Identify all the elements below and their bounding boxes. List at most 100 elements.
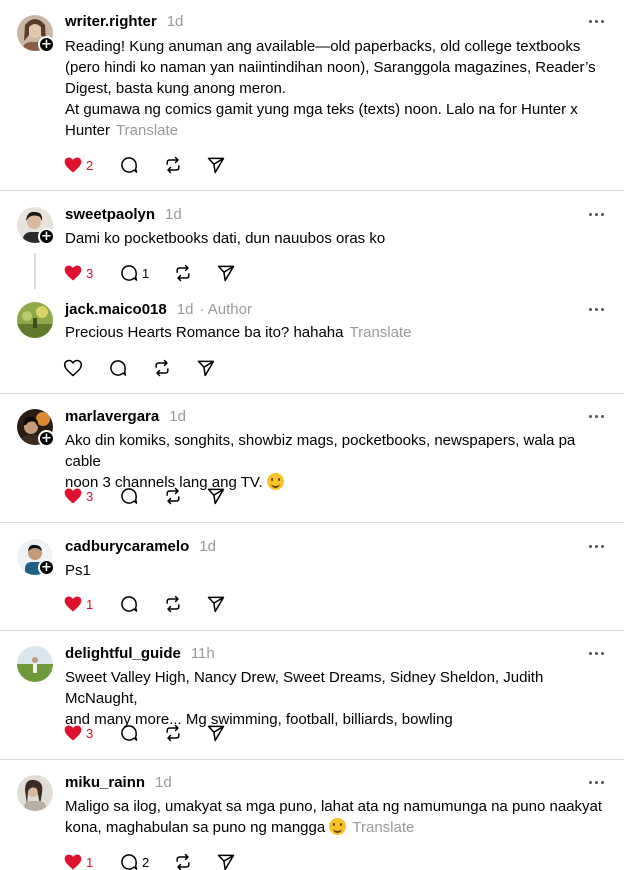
share-button[interactable] — [206, 484, 226, 508]
comment-count: 2 — [142, 854, 150, 870]
repost-button[interactable] — [163, 153, 183, 177]
avatar[interactable] — [17, 646, 53, 682]
repost-icon — [176, 853, 190, 870]
comment-button[interactable] — [119, 592, 139, 616]
username[interactable]: jack.maico018 — [65, 301, 167, 318]
send-icon — [207, 725, 225, 742]
timestamp[interactable]: 1d — [177, 301, 194, 318]
comment-button[interactable] — [119, 721, 139, 745]
like-count: 1 — [86, 854, 94, 870]
send-icon — [217, 854, 235, 870]
follow-plus-icon[interactable]: + — [38, 228, 55, 245]
more-dots-icon[interactable] — [586, 776, 608, 788]
follow-plus-icon[interactable]: + — [38, 559, 55, 576]
timestamp[interactable]: 1d — [199, 538, 216, 555]
post-header: writer.righter 1d — [65, 13, 183, 31]
follow-plus-icon[interactable]: + — [38, 36, 55, 53]
more-dots-icon[interactable] — [586, 410, 608, 422]
username[interactable]: delightful_guide — [65, 645, 181, 662]
comment-count: 1 — [142, 265, 150, 281]
repost-button[interactable] — [173, 850, 193, 870]
username[interactable]: writer.righter — [65, 13, 157, 30]
comment-button[interactable]: 2 — [119, 850, 149, 870]
send-icon — [217, 265, 235, 282]
share-button[interactable] — [206, 592, 226, 616]
divider — [0, 190, 624, 191]
comment-bubble-icon — [121, 725, 138, 741]
username[interactable]: marlavergara — [65, 408, 159, 425]
repost-button[interactable] — [163, 484, 183, 508]
comment-button[interactable]: 1 — [119, 261, 149, 285]
share-button[interactable] — [206, 721, 226, 745]
like-button[interactable]: 2 — [63, 153, 93, 177]
translate-link[interactable]: Translate — [350, 324, 412, 341]
hugging-face-emoji-icon — [266, 473, 284, 490]
more-dots-icon[interactable] — [586, 303, 608, 315]
post-text: Ps1 — [65, 562, 91, 579]
post-header: sweetpaolyn 1d — [65, 206, 182, 224]
post-header: cadburycaramelo 1d — [65, 538, 216, 556]
post-header: delightful_guide 11h — [65, 645, 215, 663]
avatar[interactable] — [17, 775, 53, 811]
share-button[interactable] — [196, 356, 216, 380]
post-header: jack.maico018 1d · Author — [65, 301, 252, 319]
like-count: 2 — [86, 157, 94, 173]
author-tag: · Author — [199, 301, 252, 318]
more-dots-icon[interactable] — [586, 540, 608, 552]
heart-icon — [64, 488, 82, 504]
post-text: Ako din komiks, songhits, showbiz mags, … — [65, 432, 576, 491]
post-text: Sweet Valley High, Nancy Drew, Sweet Dre… — [65, 669, 544, 728]
like-count: 3 — [86, 265, 94, 281]
heart-icon — [64, 596, 82, 612]
more-dots-icon[interactable] — [586, 15, 608, 27]
username[interactable]: cadburycaramelo — [65, 538, 189, 555]
like-button[interactable]: 3 — [63, 484, 93, 508]
translate-link[interactable]: Translate — [352, 819, 414, 836]
timestamp[interactable]: 1d — [155, 774, 172, 791]
like-button[interactable]: 3 — [63, 261, 93, 285]
username[interactable]: sweetpaolyn — [65, 206, 155, 223]
avatar[interactable] — [17, 302, 53, 338]
timestamp[interactable]: 1d — [169, 408, 186, 425]
heart-icon — [64, 725, 82, 741]
comment-bubble-icon — [121, 854, 138, 870]
more-dots-icon[interactable] — [586, 647, 608, 659]
divider — [0, 630, 624, 631]
follow-plus-icon[interactable]: + — [38, 430, 55, 447]
post-text: Dami ko pocketbooks dati, dun nauubos or… — [65, 230, 386, 247]
translate-link[interactable]: Translate — [116, 122, 178, 139]
comment-button[interactable] — [108, 356, 128, 380]
repost-button[interactable] — [163, 721, 183, 745]
share-button[interactable] — [206, 153, 226, 177]
comment-bubble-icon — [121, 488, 138, 504]
divider — [0, 393, 624, 394]
post-text: Maligo sa ilog, umakyat sa mga puno, lah… — [65, 798, 603, 836]
repost-button[interactable] — [173, 261, 193, 285]
repost-button[interactable] — [163, 592, 183, 616]
send-icon — [207, 488, 225, 505]
timestamp[interactable]: 1d — [165, 206, 182, 223]
repost-icon — [166, 724, 180, 742]
comment-button[interactable] — [119, 153, 139, 177]
thread-line — [34, 253, 36, 289]
like-button[interactable]: 3 — [63, 721, 93, 745]
like-count: 3 — [86, 488, 94, 504]
heart-icon — [64, 854, 82, 870]
comment-bubble-icon — [121, 596, 138, 612]
repost-button[interactable] — [152, 356, 172, 380]
like-count: 1 — [86, 596, 94, 612]
share-button[interactable] — [216, 850, 236, 870]
like-button[interactable]: 1 — [63, 592, 93, 616]
comment-button[interactable] — [119, 484, 139, 508]
like-button[interactable] — [63, 356, 83, 380]
more-dots-icon[interactable] — [586, 208, 608, 220]
timestamp[interactable]: 1d — [167, 13, 184, 30]
like-button[interactable]: 1 — [63, 850, 93, 870]
timestamp[interactable]: 11h — [191, 645, 215, 662]
grinning-sweat-emoji-icon — [329, 818, 347, 835]
share-button[interactable] — [216, 261, 236, 285]
post-text: Reading! Kung anuman ang available—old p… — [65, 38, 596, 139]
username[interactable]: miku_rainn — [65, 774, 145, 791]
send-icon — [207, 157, 225, 174]
send-icon — [197, 360, 215, 377]
